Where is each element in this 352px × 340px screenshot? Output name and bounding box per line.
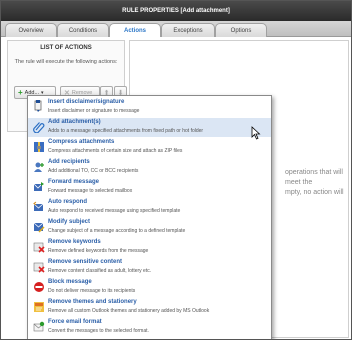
right-panel-text-2: meet the bbox=[285, 179, 313, 186]
plus-icon: + bbox=[18, 88, 23, 97]
menu-item-remove-sensitive-content[interactable]: Remove sensitive content Remove content … bbox=[28, 258, 271, 277]
menu-item-remove-themes[interactable]: Remove themes and stationery Remove all … bbox=[28, 298, 271, 317]
auto-respond-icon bbox=[32, 200, 45, 213]
tab-actions[interactable]: Actions bbox=[109, 23, 161, 38]
remove-sensitive-icon bbox=[32, 260, 45, 273]
menu-item-title: Remove sensitive content bbox=[48, 259, 123, 265]
menu-item-desc: Insert disclaimer or signature to messag… bbox=[48, 108, 140, 114]
tab-overview[interactable]: Overview bbox=[5, 23, 57, 37]
remove-keywords-icon bbox=[32, 240, 45, 253]
menu-item-title: Remove keywords bbox=[48, 239, 101, 245]
menu-item-title: Insert disclaimer/signature bbox=[48, 99, 125, 105]
menu-item-desc: Change subject of a message according to… bbox=[48, 228, 186, 234]
right-panel-text-3: mpty, no action will bbox=[285, 189, 344, 196]
tab-overview-label: Overview bbox=[18, 27, 44, 34]
actions-list-title: LIST OF ACTIONS bbox=[40, 45, 92, 51]
menu-item-block-message[interactable]: Block message Do not deliver message to … bbox=[28, 278, 271, 297]
menu-item-desc: Remove defined keywords from the message bbox=[48, 248, 149, 254]
add-action-menu: Insert disclaimer/signature Insert discl… bbox=[27, 95, 272, 339]
menu-item-desc: Auto respond to received message using s… bbox=[48, 208, 181, 214]
menu-item-desc: Compress attachments of certain size and… bbox=[48, 148, 183, 154]
menu-item-add-recipients[interactable]: Add recipients Add additional TO, CC or … bbox=[28, 158, 271, 177]
menu-item-desc: Remove all custom Outlook themes and sta… bbox=[48, 308, 210, 314]
menu-item-title: Modify subject bbox=[48, 219, 91, 225]
menu-item-modify-subject[interactable]: Modify subject Change subject of a messa… bbox=[28, 218, 271, 237]
remove-themes-icon bbox=[32, 300, 45, 313]
menu-item-title: Compress attachments bbox=[48, 139, 115, 145]
tab-options[interactable]: Options bbox=[215, 23, 267, 37]
menu-item-force-email-format[interactable]: Force email format Convert the messages … bbox=[28, 318, 271, 337]
menu-item-desc: Do not deliver message to its recipients bbox=[48, 288, 136, 294]
menu-item-desc: Forward message to selected mailbox bbox=[48, 188, 133, 194]
menu-item-title: Auto respond bbox=[48, 199, 87, 205]
menu-item-title: Remove themes and stationery bbox=[48, 299, 137, 305]
mouse-cursor-icon bbox=[251, 126, 261, 140]
rule-properties-window: RULE PROPERTIES [Add attachment] Overvie… bbox=[0, 0, 352, 340]
menu-item-title: Force email format bbox=[48, 319, 102, 325]
tab-exceptions-label: Exceptions bbox=[173, 27, 203, 34]
tab-exceptions[interactable]: Exceptions bbox=[161, 23, 215, 37]
menu-item-remove-keywords[interactable]: Remove keywords Remove defined keywords … bbox=[28, 238, 271, 257]
actions-list-description: The rule will execute the following acti… bbox=[14, 59, 118, 65]
add-recipient-icon bbox=[32, 160, 45, 173]
right-panel-text-1: operations that will bbox=[285, 169, 343, 176]
tab-conditions[interactable]: Conditions bbox=[57, 23, 109, 37]
menu-item-title: Forward message bbox=[48, 179, 100, 185]
modify-subject-icon bbox=[32, 220, 45, 233]
window-title: RULE PROPERTIES [Add attachment] bbox=[122, 8, 230, 14]
forward-icon bbox=[32, 180, 45, 193]
menu-item-title: Block message bbox=[48, 279, 92, 285]
menu-item-auto-respond[interactable]: Auto respond Auto respond to received me… bbox=[28, 198, 271, 217]
menu-item-desc: Remove content classified as adult, lott… bbox=[48, 268, 152, 274]
menu-item-title: Add recipients bbox=[48, 159, 90, 165]
menu-item-title: Add attachment(s) bbox=[48, 119, 101, 125]
menu-item-desc: Convert the messages to the selected for… bbox=[48, 328, 149, 334]
tab-options-label: Options bbox=[230, 27, 252, 34]
tab-conditions-label: Conditions bbox=[68, 27, 98, 34]
compress-icon bbox=[32, 140, 45, 153]
email-format-icon bbox=[32, 320, 45, 333]
window-titlebar: RULE PROPERTIES [Add attachment] bbox=[1, 1, 351, 21]
menu-item-add-attachments[interactable]: Add attachment(s) Adds to a message spec… bbox=[28, 118, 271, 137]
signature-icon bbox=[32, 100, 45, 113]
menu-item-desc: Add additional TO, CC or BCC recipients bbox=[48, 168, 139, 174]
tab-bar: Overview Conditions Actions Exceptions O… bbox=[1, 21, 351, 38]
tab-actions-label: Actions bbox=[123, 28, 146, 34]
menu-item-insert-disclaimer[interactable]: Insert disclaimer/signature Insert discl… bbox=[28, 98, 271, 117]
paperclip-icon bbox=[32, 120, 45, 133]
menu-item-compress-attachments[interactable]: Compress attachments Compress attachment… bbox=[28, 138, 271, 157]
menu-item-desc: Adds to a message specified attachments … bbox=[48, 128, 204, 134]
menu-item-forward-message[interactable]: Forward message Forward message to selec… bbox=[28, 178, 271, 197]
block-icon bbox=[32, 280, 45, 293]
